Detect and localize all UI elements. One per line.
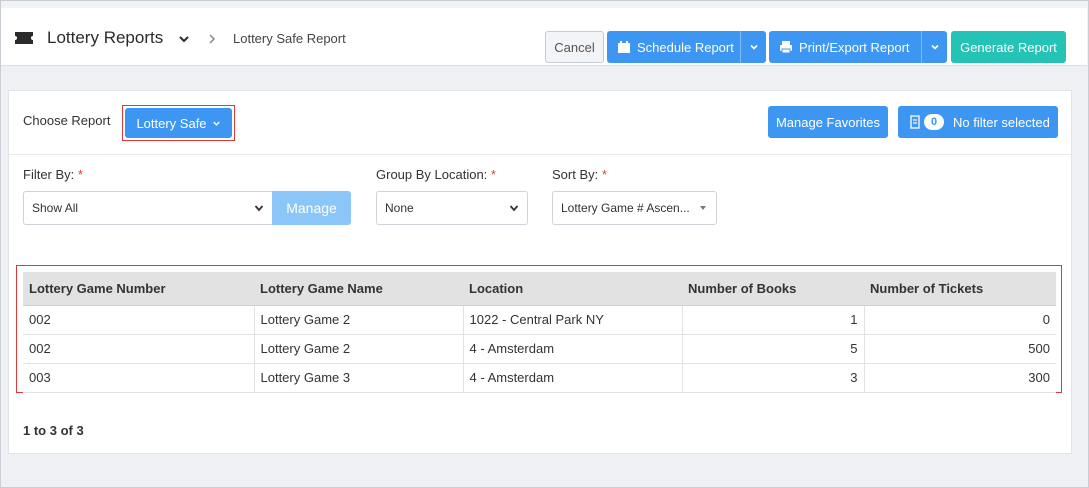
required-mark: *: [490, 167, 496, 182]
calendar-icon: [618, 41, 630, 53]
column-header[interactable]: Location: [463, 272, 682, 306]
table-row[interactable]: 002 Lottery Game 2 1022 - Central Park N…: [23, 305, 1056, 335]
print-export-button[interactable]: Print/Export Report: [769, 31, 947, 63]
table-row[interactable]: 003 Lottery Game 3 4 - Amsterdam 3 300: [23, 363, 1056, 393]
table-row[interactable]: 002 Lottery Game 2 4 - Amsterdam 5 500: [23, 334, 1056, 364]
column-header[interactable]: Number of Books: [682, 272, 864, 306]
divider: [9, 154, 1071, 155]
schedule-dropdown-toggle[interactable]: [740, 31, 766, 63]
caret-down-icon: [700, 206, 706, 210]
cancel-button[interactable]: Cancel: [545, 31, 604, 63]
sort-by-value: Lottery Game # Ascen...: [561, 201, 690, 215]
chevron-down-icon: [930, 44, 939, 50]
page-header: Lottery Reports Lottery Safe Report Canc…: [1, 0, 1087, 66]
filter-status-text: No filter selected: [953, 114, 1050, 130]
print-export-label: Print/Export Report: [799, 39, 910, 55]
pagination-summary: 1 to 3 of 3: [23, 423, 84, 438]
generate-report-button[interactable]: Generate Report: [951, 31, 1066, 63]
cell-tickets: 300: [864, 363, 1056, 393]
chevron-down-icon: [749, 44, 758, 50]
cell-game-name: Lottery Game 3: [254, 363, 464, 393]
filter-status-button[interactable]: 0 No filter selected: [898, 106, 1058, 138]
cell-books: 5: [682, 334, 865, 364]
report-dropdown[interactable]: Lottery Safe: [125, 108, 232, 138]
filter-by-value: Show All: [32, 201, 79, 215]
group-by-label-text: Group By Location:: [376, 167, 488, 182]
chevron-down-icon: [212, 121, 220, 126]
column-header[interactable]: Lottery Game Name: [254, 272, 463, 306]
cell-tickets: 500: [864, 334, 1056, 364]
cell-books: 3: [682, 363, 865, 393]
report-dropdown-value: Lottery Safe: [136, 115, 207, 131]
cell-location: 4 - Amsterdam: [463, 363, 683, 393]
required-mark: *: [77, 167, 83, 182]
cell-game-number: 002: [23, 334, 255, 364]
report-table: Lottery Game Number Lottery Game Name Lo…: [23, 272, 1056, 393]
filter-by-label-text: Filter By:: [23, 167, 75, 182]
schedule-report-button[interactable]: Schedule Report: [607, 31, 766, 63]
column-header[interactable]: Lottery Game Number: [23, 272, 254, 306]
manage-favorites-button[interactable]: Manage Favorites: [768, 106, 888, 138]
group-by-select[interactable]: None: [376, 191, 528, 225]
table-header-row: Lottery Game Number Lottery Game Name Lo…: [23, 272, 1056, 306]
sort-by-label-text: Sort By:: [552, 167, 599, 182]
report-panel: Choose Report Lottery Safe Manage Favori…: [8, 90, 1072, 454]
chevron-down-icon: [254, 205, 264, 212]
cell-game-number: 003: [23, 363, 255, 393]
group-by-label: Group By Location: *: [376, 167, 496, 182]
choose-report-label: Choose Report: [23, 113, 111, 128]
filter-count-badge: 0: [924, 114, 944, 130]
filter-by-label: Filter By: *: [23, 167, 83, 182]
chevron-down-icon: [509, 205, 519, 212]
ticket-icon: [15, 32, 33, 44]
sort-by-select[interactable]: Lottery Game # Ascen...: [552, 191, 717, 225]
chevron-down-icon[interactable]: [177, 32, 191, 46]
group-by-value: None: [385, 201, 414, 215]
cell-game-name: Lottery Game 2: [254, 334, 464, 364]
cell-location: 1022 - Central Park NY: [463, 305, 683, 335]
print-dropdown-toggle[interactable]: [921, 31, 947, 63]
filter-by-select[interactable]: Show All: [23, 191, 273, 225]
cell-game-name: Lottery Game 2: [254, 305, 464, 335]
cell-game-number: 002: [23, 305, 255, 335]
sort-by-label: Sort By: *: [552, 167, 607, 182]
cell-books: 1: [682, 305, 865, 335]
chevron-right-icon: [209, 34, 216, 44]
top-strip: [1, 0, 1087, 8]
app-title: Lottery Reports: [47, 28, 164, 47]
cell-location: 4 - Amsterdam: [463, 334, 683, 364]
breadcrumb: Lottery Safe Report: [233, 31, 346, 46]
filter-list-icon: [910, 115, 920, 129]
column-header[interactable]: Number of Tickets: [864, 272, 1056, 306]
schedule-report-label: Schedule Report: [637, 39, 734, 55]
printer-icon: [780, 41, 792, 54]
manage-filter-button[interactable]: Manage: [272, 191, 351, 225]
cell-tickets: 0: [864, 305, 1056, 335]
required-mark: *: [601, 167, 607, 182]
